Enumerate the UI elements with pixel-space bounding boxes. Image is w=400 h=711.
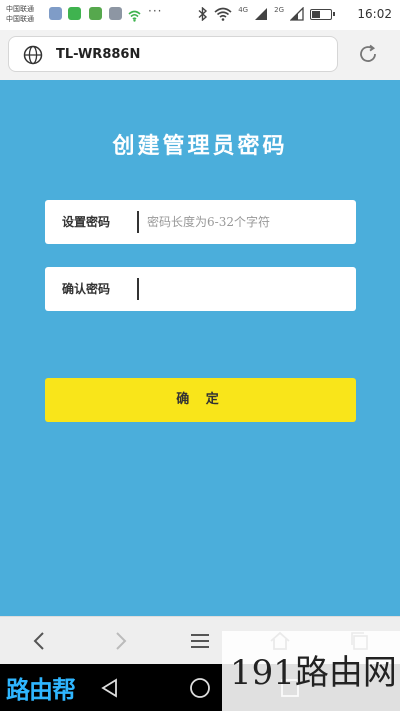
carrier-line-1: 中国联通: [6, 5, 34, 13]
confirm-password-input[interactable]: [147, 273, 347, 305]
set-password-input[interactable]: [147, 206, 347, 238]
bluetooth-icon: [198, 7, 208, 21]
page-title: 创建管理员密码: [112, 133, 288, 159]
nav-home-icon[interactable]: [188, 676, 212, 700]
globe-icon: [23, 45, 43, 65]
status-bar: 中国联通 中国联通 ··· 4G 2G 16:02: [0, 0, 400, 30]
url-text: TL-WR886N: [56, 47, 141, 62]
set-password-label: 设置密码: [62, 215, 111, 229]
text-cursor: [137, 211, 139, 233]
confirm-button[interactable]: 确 定: [45, 378, 356, 422]
page-content: 创建管理员密码 设置密码 确认密码 确 定: [0, 80, 400, 616]
sim1-label: 4G: [238, 6, 249, 14]
notification-app-icon: [89, 7, 102, 20]
confirm-password-label: 确认密码: [62, 282, 111, 296]
reload-icon[interactable]: [356, 42, 380, 66]
carrier-line-2: 中国联通: [6, 15, 34, 23]
url-field[interactable]: TL-WR886N: [8, 36, 338, 72]
signal-icon: [255, 8, 268, 20]
watermark-right-text: 191路由网: [230, 653, 397, 693]
notification-app-icon: [49, 7, 62, 20]
menu-icon[interactable]: [188, 629, 212, 653]
watermark-right: 191路由网: [222, 631, 400, 711]
signal-icon: [290, 7, 304, 21]
watermark-left: 路由帮: [6, 675, 76, 704]
clock: 16:02: [357, 7, 392, 21]
sim2-label: 2G: [274, 6, 284, 14]
set-password-field[interactable]: 设置密码: [45, 200, 356, 244]
back-arrow-icon[interactable]: [28, 629, 52, 653]
gallery-icon: [109, 7, 122, 20]
battery-icon: [310, 8, 335, 20]
wifi-icon: [214, 7, 232, 21]
browser-address-bar: TL-WR886N: [0, 30, 400, 80]
nav-back-icon[interactable]: [98, 676, 122, 700]
carrier-label: 中国联通 中国联通: [6, 4, 34, 24]
confirm-password-field[interactable]: 确认密码: [45, 267, 356, 311]
wifi-notify-icon: [128, 7, 141, 22]
forward-arrow-icon[interactable]: [108, 629, 132, 653]
more-notifications-icon: ···: [148, 4, 163, 18]
system-icons: 4G 2G: [198, 6, 335, 22]
text-cursor: [137, 278, 139, 300]
wechat-icon: [68, 7, 81, 20]
